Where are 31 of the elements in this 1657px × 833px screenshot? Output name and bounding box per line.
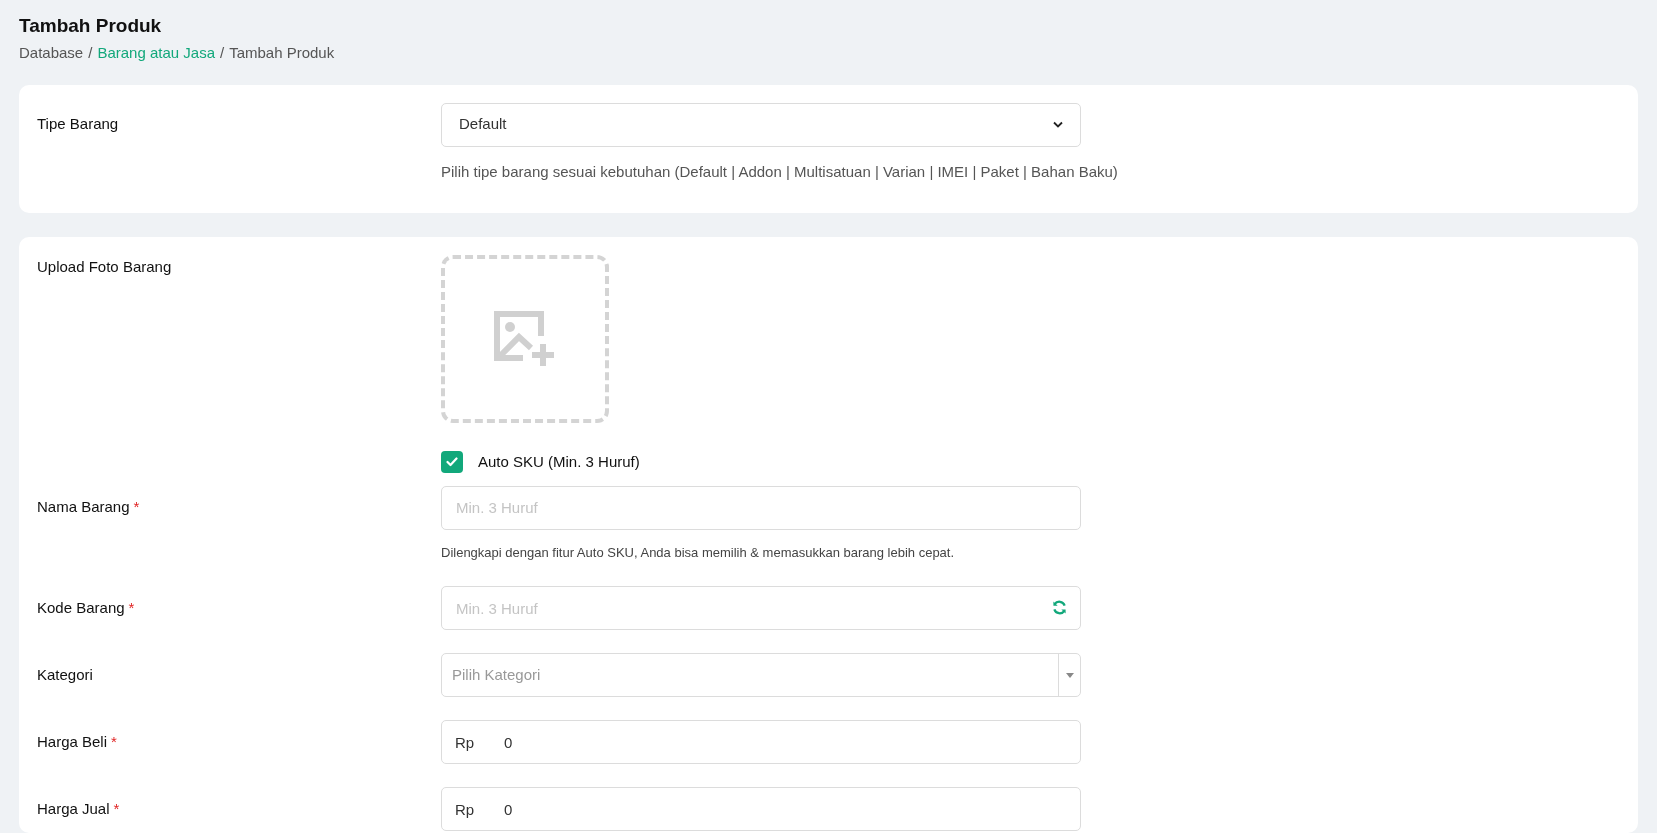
helper-text: Pilih tipe barang sesuai kebutuhan (Default | Addon | Multisatuan | Varian | IMEI | Paket | Bahan Baku) xyxy=(441,161,1118,182)
currency-prefix: Rp xyxy=(455,733,475,753)
required-mark: * xyxy=(113,798,120,819)
field-label: Harga Beli xyxy=(37,731,108,752)
page-title: Tambah Produk xyxy=(19,14,163,38)
text-input[interactable]: Min. 3 Huruf xyxy=(441,586,1081,630)
field-label: Kode Barang xyxy=(37,597,125,618)
field-label: Tipe Barang xyxy=(37,114,119,135)
required-mark: * xyxy=(128,597,135,618)
field-label: Harga Jual xyxy=(37,798,110,819)
breadcrumb-item: Tambah Produk xyxy=(229,43,335,63)
checkmark-icon xyxy=(446,457,458,468)
checkbox[interactable] xyxy=(441,451,463,474)
required-mark: * xyxy=(133,497,140,518)
field-label: Kategori xyxy=(37,664,93,685)
breadcrumb-item: Database xyxy=(19,43,84,63)
helper-text: Dilengkapi dengan fitur Auto SKU, Anda bisa memilih & memasukkan barang lebih cepat. xyxy=(441,543,956,562)
breadcrumb-separator: / xyxy=(220,43,225,63)
chevron-down-icon xyxy=(1053,121,1063,128)
checkbox-label: Auto SKU (Min. 3 Huruf) xyxy=(478,452,640,472)
field-label: Nama Barang xyxy=(37,497,130,518)
refresh-icon[interactable] xyxy=(1052,600,1067,615)
field-label: Upload Foto Barang xyxy=(37,258,172,275)
add-image-icon xyxy=(493,310,557,368)
type-select[interactable]: Default xyxy=(441,102,1081,147)
currency-prefix: Rp xyxy=(455,800,475,820)
breadcrumb-separator: / xyxy=(88,43,93,63)
photo-upload-area[interactable] xyxy=(441,255,609,423)
required-mark: * xyxy=(111,731,117,752)
caret-down-icon xyxy=(1065,672,1074,678)
text-input[interactable]: Min. 3 Huruf xyxy=(441,485,1081,530)
